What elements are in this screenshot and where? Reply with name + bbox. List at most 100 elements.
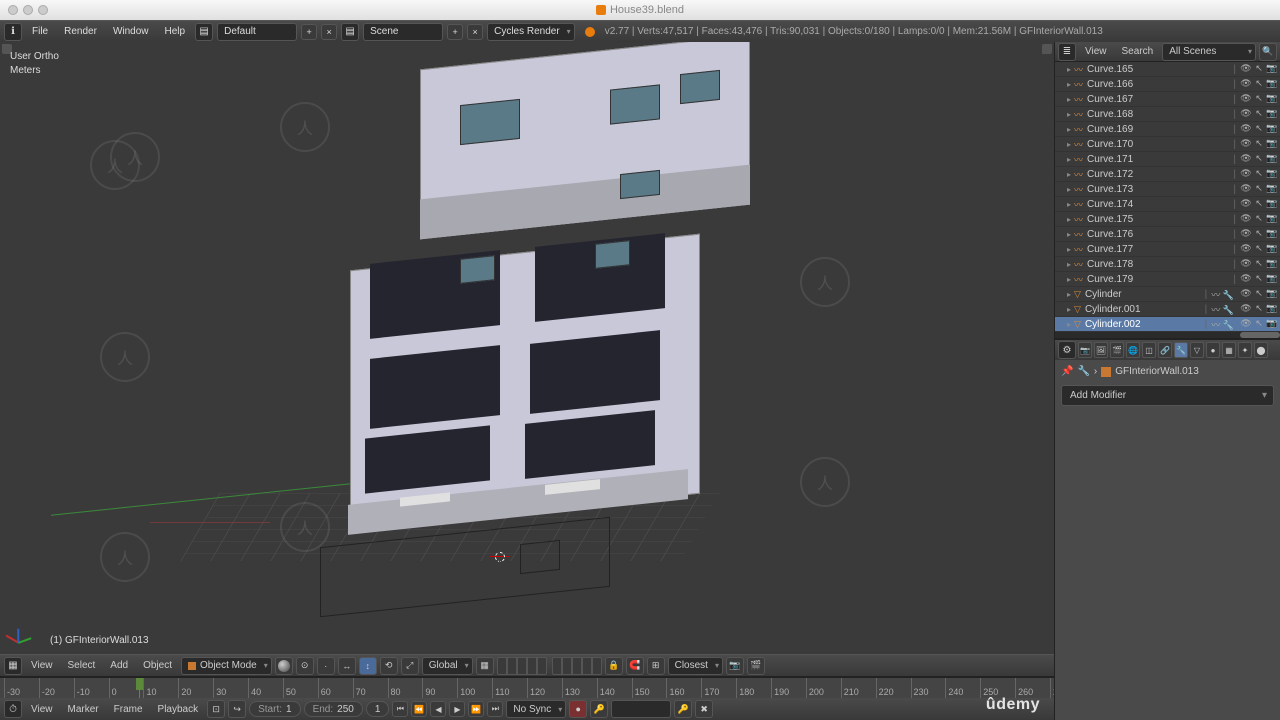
layer-8[interactable]: [572, 657, 582, 675]
outliner-item-curve-174[interactable]: ▸〰Curve.174 |👁↖📷: [1055, 197, 1280, 212]
mode-select[interactable]: Object Mode: [181, 657, 272, 675]
expand-icon[interactable]: ▸: [1067, 95, 1071, 104]
scene-field[interactable]: Scene: [363, 23, 443, 41]
expand-icon[interactable]: ▸: [1067, 125, 1071, 134]
prop-tab-texture[interactable]: ▦: [1222, 342, 1236, 358]
expand-icon[interactable]: ▸: [1067, 275, 1071, 284]
playhead[interactable]: [139, 678, 140, 698]
keyframe-prev-button[interactable]: ⏪: [411, 701, 427, 717]
render-icon[interactable]: 📷: [1266, 63, 1278, 75]
expand-icon[interactable]: ▸: [1067, 320, 1071, 329]
transform-orientation[interactable]: Global: [422, 657, 473, 675]
minimize-window-button[interactable]: [23, 5, 33, 15]
play-button[interactable]: ▶: [449, 701, 465, 717]
outliner-item-curve-172[interactable]: ▸〰Curve.172 |👁↖📷: [1055, 167, 1280, 182]
insert-keyframe-button[interactable]: 🔑: [674, 700, 692, 718]
start-frame-field[interactable]: Start:1: [249, 701, 300, 717]
eye-icon[interactable]: 👁: [1240, 213, 1252, 225]
eye-icon[interactable]: 👁: [1240, 78, 1252, 90]
eye-icon[interactable]: 👁: [1240, 153, 1252, 165]
screen-browse-icon[interactable]: ▤: [195, 23, 213, 41]
expand-icon[interactable]: ▸: [1067, 200, 1071, 209]
scale-manipulator[interactable]: ⤢: [401, 657, 419, 675]
eye-icon[interactable]: 👁: [1240, 138, 1252, 150]
cursor-icon[interactable]: ↖: [1253, 168, 1265, 180]
outliner-item-curve-177[interactable]: ▸〰Curve.177 |👁↖📷: [1055, 242, 1280, 257]
cursor-icon[interactable]: ↖: [1253, 198, 1265, 210]
tl-menu-marker[interactable]: Marker: [62, 702, 105, 717]
expand-icon[interactable]: ▸: [1067, 215, 1071, 224]
render-icon[interactable]: 📷: [1266, 258, 1278, 270]
render-icon[interactable]: 📷: [1266, 108, 1278, 120]
outliner-item-curve-165[interactable]: ▸〰Curve.165 |👁↖📷: [1055, 62, 1280, 77]
close-window-button[interactable]: [8, 5, 18, 15]
outliner-item-curve-170[interactable]: ▸〰Curve.170 |👁↖📷: [1055, 137, 1280, 152]
cursor-icon[interactable]: ↖: [1253, 63, 1265, 75]
prop-tab-scene[interactable]: 🎬: [1110, 342, 1124, 358]
eye-icon[interactable]: 👁: [1240, 183, 1252, 195]
eye-icon[interactable]: 👁: [1240, 243, 1252, 255]
cursor-icon[interactable]: ↖: [1253, 213, 1265, 225]
snap-target-select[interactable]: Closest: [668, 657, 723, 675]
cursor-icon[interactable]: ↖: [1253, 318, 1265, 330]
prop-tab-object[interactable]: ◫: [1142, 342, 1156, 358]
render-icon[interactable]: 📷: [1266, 303, 1278, 315]
lock-to-scene-button[interactable]: 🔒: [605, 657, 623, 675]
eye-icon[interactable]: 👁: [1240, 318, 1252, 330]
rotate-manipulator[interactable]: ⟲: [380, 657, 398, 675]
eye-icon[interactable]: 👁: [1240, 303, 1252, 315]
prop-tab-constraints[interactable]: 🔗: [1158, 342, 1172, 358]
eye-icon[interactable]: 👁: [1240, 93, 1252, 105]
keying-set-button[interactable]: 🔑: [590, 700, 608, 718]
layer-7[interactable]: [562, 657, 572, 675]
expand-icon[interactable]: ▸: [1067, 155, 1071, 164]
outliner-item-curve-169[interactable]: ▸〰Curve.169 |👁↖📷: [1055, 122, 1280, 137]
layer-3[interactable]: [517, 657, 527, 675]
render-icon[interactable]: 📷: [1266, 138, 1278, 150]
outliner-item-curve-175[interactable]: ▸〰Curve.175 |👁↖📷: [1055, 212, 1280, 227]
prop-tab-modifiers[interactable]: 🔧: [1174, 342, 1188, 358]
menu-select[interactable]: Select: [62, 658, 102, 673]
tl-menu-playback[interactable]: Playback: [152, 702, 205, 717]
outliner-item-cylinder-002[interactable]: ▸▽Cylinder.002 |〰 🔧👁↖📷: [1055, 317, 1280, 332]
render-icon[interactable]: 📷: [1266, 93, 1278, 105]
outliner-item-curve-179[interactable]: ▸〰Curve.179 |👁↖📷: [1055, 272, 1280, 287]
prop-tab-particles[interactable]: ✦: [1238, 342, 1252, 358]
tl-menu-view[interactable]: View: [25, 702, 59, 717]
outliner-item-curve-173[interactable]: ▸〰Curve.173 |👁↖📷: [1055, 182, 1280, 197]
cursor-icon[interactable]: ↖: [1253, 303, 1265, 315]
current-frame-field[interactable]: 1: [366, 701, 390, 717]
cursor-icon[interactable]: ↖: [1253, 273, 1265, 285]
zoom-window-button[interactable]: [38, 5, 48, 15]
expand-icon[interactable]: ▸: [1067, 260, 1071, 269]
outliner-scrollbar[interactable]: [1055, 332, 1280, 338]
end-frame-field[interactable]: End:250: [304, 701, 363, 717]
render-icon[interactable]: 📷: [1266, 168, 1278, 180]
cursor-icon[interactable]: ↖: [1253, 108, 1265, 120]
delete-scene-button[interactable]: ×: [467, 24, 483, 40]
cursor-icon[interactable]: ↖: [1253, 258, 1265, 270]
jump-start-button[interactable]: ⏮: [392, 701, 408, 717]
layers-button-group[interactable]: ▦: [476, 657, 494, 675]
layer-1[interactable]: [497, 657, 507, 675]
outliner-display-mode[interactable]: All Scenes: [1162, 43, 1256, 61]
add-scene-button[interactable]: +: [447, 24, 463, 40]
prop-tab-data[interactable]: ▽: [1190, 342, 1204, 358]
layer-6[interactable]: [552, 657, 562, 675]
expand-icon[interactable]: ▸: [1067, 65, 1071, 74]
expand-icon[interactable]: ▸: [1067, 230, 1071, 239]
render-icon[interactable]: 📷: [1266, 183, 1278, 195]
editor-type-properties-icon[interactable]: ⚙: [1058, 341, 1076, 359]
menu-view-3d[interactable]: View: [25, 658, 59, 673]
outliner-menu-search[interactable]: Search: [1116, 44, 1160, 59]
play-reverse-button[interactable]: ◀: [430, 701, 446, 717]
manipulator-toggle[interactable]: ↔: [338, 657, 356, 675]
follow-toggle[interactable]: ↪: [228, 700, 246, 718]
autokey-toggle[interactable]: ●: [569, 700, 587, 718]
layer-10[interactable]: [592, 657, 602, 675]
tl-menu-frame[interactable]: Frame: [108, 702, 149, 717]
add-screen-button[interactable]: +: [301, 24, 317, 40]
cursor-icon[interactable]: ↖: [1253, 243, 1265, 255]
render-icon[interactable]: 📷: [1266, 198, 1278, 210]
menu-file[interactable]: File: [26, 24, 54, 39]
